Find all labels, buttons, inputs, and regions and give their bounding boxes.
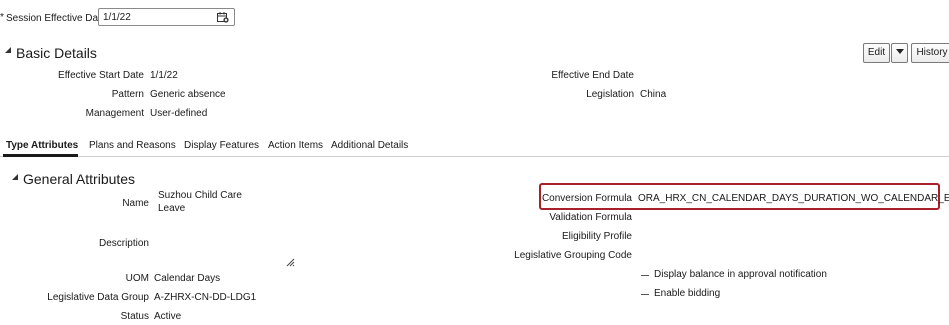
eligibility-profile-label: Eligibility Profile — [561, 231, 632, 242]
active-tab-indicator — [3, 154, 78, 157]
session-effective-date-input[interactable]: 1/1/22 — [98, 8, 235, 26]
management-label: Management — [85, 108, 144, 119]
display-balance-label: Display balance in approval notification — [654, 269, 827, 280]
tab-type-attributes[interactable]: Type Attributes — [6, 140, 78, 151]
chevron-down-icon — [895, 47, 904, 58]
session-effective-date-label: Session Effective Date — [6, 13, 107, 24]
session-effective-date-value: 1/1/22 — [103, 12, 131, 23]
history-button[interactable]: History — [911, 43, 949, 63]
management-value: User-defined — [150, 108, 208, 119]
status-value: Active — [154, 311, 182, 322]
uom-label: UOM — [125, 273, 149, 284]
name-label: Name — [122, 198, 149, 209]
effective-start-date-value: 1/1/22 — [150, 70, 178, 81]
effective-start-date-label: Effective Start Date — [58, 70, 144, 81]
legislation-label: Legislation — [586, 89, 634, 100]
pattern-label: Pattern — [111, 89, 144, 100]
display-balance-checkbox[interactable] — [641, 275, 649, 276]
edit-menu-button[interactable] — [891, 43, 908, 63]
calendar-icon[interactable] — [217, 12, 229, 23]
tab-additional-details[interactable]: Additional Details — [331, 140, 408, 151]
enable-bidding-checkbox[interactable] — [641, 294, 649, 295]
effective-end-date-label: Effective End Date — [551, 70, 634, 81]
conversion-formula-label: Conversion Formula — [541, 193, 632, 204]
legislation-value: China — [640, 89, 667, 100]
tab-display-features[interactable]: Display Features — [184, 140, 259, 151]
name-value-line2: Leave — [158, 203, 186, 214]
resize-handle-icon[interactable] — [285, 257, 295, 270]
name-value-line1: Suzhou Child Care — [158, 190, 242, 201]
uom-value: Calendar Days — [154, 273, 221, 284]
collapse-basic-details-icon[interactable] — [5, 47, 11, 53]
pattern-value: Generic absence — [150, 89, 226, 100]
validation-formula-label: Validation Formula — [549, 212, 632, 223]
legislative-grouping-code-label: Legislative Grouping Code — [514, 250, 632, 261]
status-label: Status — [120, 311, 149, 322]
edit-button-label: Edit — [867, 47, 886, 58]
conversion-formula-value: ORA_HRX_CN_CALENDAR_DAYS_DURATION_WO_CAL… — [638, 193, 949, 204]
enable-bidding-label: Enable bidding — [654, 288, 721, 299]
edit-button[interactable]: Edit — [863, 43, 890, 63]
tab-action-items[interactable]: Action Items — [268, 140, 323, 151]
legislative-data-group-value: A-ZHRX-CN-DD-LDG1 — [154, 292, 257, 303]
legislative-data-group-label: Legislative Data Group — [47, 292, 149, 303]
general-attributes-title: General Attributes — [23, 171, 136, 187]
basic-details-title: Basic Details — [16, 45, 97, 61]
collapse-general-attributes-icon[interactable] — [12, 174, 18, 180]
tab-divider — [0, 156, 949, 157]
description-label: Description — [98, 238, 149, 249]
tab-plans-and-reasons[interactable]: Plans and Reasons — [89, 140, 176, 151]
history-button-label: History — [916, 47, 948, 58]
required-marker: * — [0, 12, 4, 23]
